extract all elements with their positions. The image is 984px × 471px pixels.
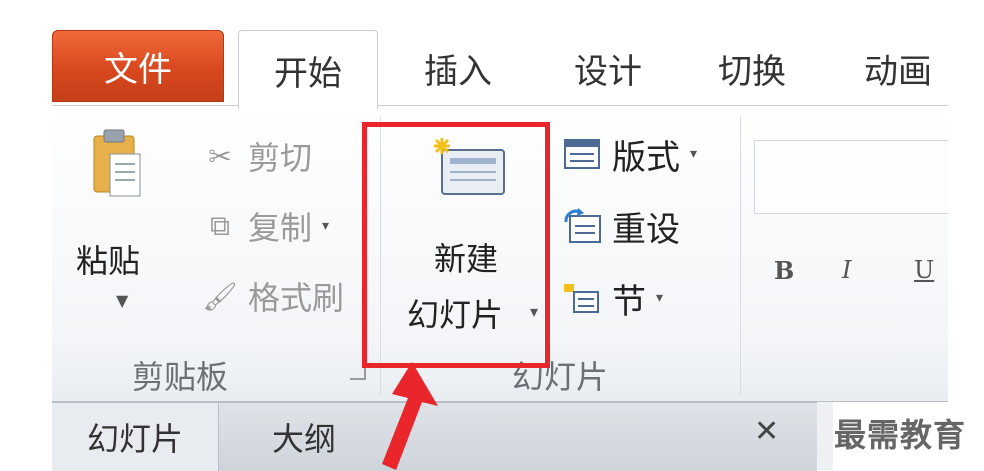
ribbon-tabs: 文件 开始 插入 设计 切换 动画 — [52, 30, 948, 109]
brush-icon: 🖌 — [202, 279, 238, 313]
reset-icon — [564, 208, 601, 243]
copy-dropdown-icon: ▾ — [322, 218, 330, 234]
copy-icon: ⧉ — [210, 209, 230, 242]
watermark: 最需教育 — [834, 416, 967, 454]
clipboard-group-label: 剪贴板 — [132, 358, 229, 396]
layout-icon — [564, 139, 600, 169]
copy-button[interactable]: ⧉ 复制 ▾ — [202, 204, 329, 248]
section-dropdown-icon: ▾ — [656, 290, 664, 306]
tab-slides[interactable]: 幻灯片 — [52, 403, 219, 471]
format-painter-button[interactable]: 🖌 格式刷 — [202, 274, 344, 318]
paste-button[interactable]: 粘贴 — [76, 236, 140, 282]
cut-button[interactable]: ✂ 剪切 — [202, 134, 312, 178]
font-name-box[interactable] — [754, 140, 949, 214]
layout-button[interactable]: 版式 ▾ — [562, 132, 698, 178]
section-label: 节 — [612, 281, 646, 322]
tab-design[interactable]: 设计 — [548, 30, 668, 106]
section-icon — [564, 284, 599, 313]
panel-gutter — [817, 402, 833, 470]
underline-button[interactable]: U — [914, 256, 934, 284]
section-button[interactable]: 节 ▾ — [562, 276, 664, 322]
paste-dropdown-icon[interactable]: ▼ — [116, 291, 128, 310]
layout-label: 版式 — [612, 137, 680, 178]
italic-button[interactable]: I — [842, 256, 851, 284]
tab-insert[interactable]: 插入 — [398, 30, 518, 106]
layout-dropdown-icon: ▾ — [690, 146, 698, 162]
tab-animations[interactable]: 动画 — [838, 30, 958, 106]
tab-transitions[interactable]: 切换 — [692, 30, 812, 106]
tab-file[interactable]: 文件 — [52, 30, 224, 102]
cut-label: 剪切 — [248, 139, 313, 177]
tab-outline[interactable]: 大纲 — [272, 403, 336, 471]
format-painter-label: 格式刷 — [248, 279, 345, 317]
bold-button[interactable]: B — [774, 256, 794, 285]
reset-label: 重设 — [612, 209, 680, 250]
highlight-box — [362, 122, 550, 368]
group-divider — [740, 116, 741, 396]
tab-home[interactable]: 开始 — [238, 30, 378, 109]
close-panel-icon[interactable]: ✕ — [754, 414, 779, 449]
powerpoint-window: 文件 开始 插入 设计 切换 动画 粘贴 ▼ ✂ 剪切 ⧉ 复制 ▾ 🖌 格式刷… — [0, 0, 984, 471]
clipboard-icon[interactable] — [90, 128, 142, 200]
reset-button[interactable]: 重设 — [562, 204, 680, 250]
copy-label: 复制 — [248, 209, 313, 247]
scissors-icon: ✂ — [208, 139, 232, 173]
red-arrow-icon — [382, 362, 438, 470]
